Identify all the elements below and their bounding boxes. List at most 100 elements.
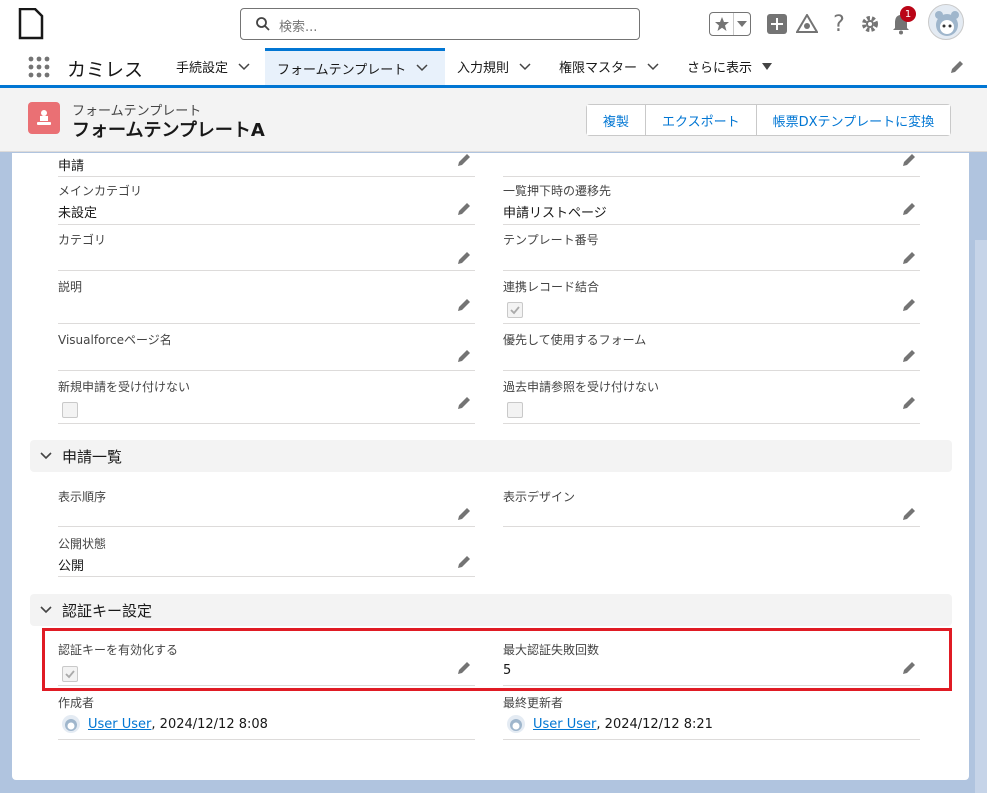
field-label: 公開状態 [58, 537, 107, 551]
edit-pencil-icon[interactable] [457, 555, 471, 569]
tab-permission-master[interactable]: 権限マスター [559, 48, 669, 85]
edit-pencil-icon[interactable] [902, 202, 916, 216]
field-created-by: 作成者 User User , 2024/12/12 8:08 [58, 694, 475, 740]
tab-form-template[interactable]: フォームテンプレート [265, 48, 445, 85]
edit-nav-pencil-icon[interactable] [950, 60, 964, 74]
edit-pencil-icon[interactable] [457, 298, 471, 312]
edit-pencil-icon[interactable] [902, 251, 916, 265]
global-search-input[interactable]: 検索... [240, 8, 640, 40]
notification-count-badge: 1 [900, 6, 916, 22]
tab-label: 入力規則 [457, 61, 510, 76]
created-by-user-link[interactable]: User User [88, 717, 151, 732]
field-value: 公開 [58, 559, 85, 574]
field-preferred-form: 優先して使用するフォーム [503, 331, 920, 371]
search-icon [256, 17, 270, 31]
field-list-destination: 一覧押下時の遷移先 申請リストページ [503, 182, 920, 225]
form-template-object-icon [28, 102, 60, 134]
checked-checkbox [507, 302, 523, 318]
help-icon[interactable]: ? [827, 12, 851, 37]
edit-pencil-icon[interactable] [902, 298, 916, 312]
section-auth-key-header[interactable]: 認証キー設定 [30, 594, 952, 626]
edit-pencil-icon[interactable] [902, 349, 916, 363]
global-actions-icon[interactable] [765, 12, 789, 36]
tab-procedure-settings[interactable]: 手続設定 [176, 48, 264, 85]
field-label: 優先して使用するフォーム [503, 333, 647, 347]
field-right-top [503, 153, 920, 177]
section-title: 認証キー設定 [62, 601, 153, 620]
checkmark-icon [510, 306, 520, 315]
tab-label: 手続設定 [176, 61, 229, 76]
app-launcher-icon[interactable] [28, 56, 50, 78]
edit-pencil-icon[interactable] [902, 153, 916, 167]
field-record-type: 申請 [58, 153, 475, 177]
trailhead-icon[interactable] [795, 12, 819, 36]
edit-pencil-icon[interactable] [902, 507, 916, 521]
page-scrollbar[interactable] [975, 240, 987, 793]
favorites-dropdown-icon[interactable] [734, 13, 750, 35]
field-label: 新規申請を受け付けない [58, 380, 191, 394]
field-value: 申請 [58, 159, 85, 174]
field-label: 表示デザイン [503, 490, 576, 504]
chevron-down-icon[interactable] [40, 452, 52, 460]
tab-label: さらに表示 [687, 61, 753, 76]
modified-by-user: User User , 2024/12/12 8:21 [507, 715, 713, 733]
edit-pencil-icon[interactable] [902, 396, 916, 410]
edit-pencil-icon[interactable] [457, 251, 471, 265]
edit-pencil-icon[interactable] [457, 396, 471, 410]
tab-input-rules[interactable]: 入力規則 [457, 48, 547, 85]
highlight-box [42, 628, 952, 691]
field-publish-status: 公開状態 公開 [58, 535, 475, 577]
section-application-list-header[interactable]: 申請一覧 [30, 440, 952, 472]
convert-to-dx-template-button[interactable]: 帳票DXテンプレートに変換 [756, 105, 951, 135]
chevron-down-icon[interactable] [416, 64, 428, 72]
field-linked-record-join: 連携レコード結合 [503, 278, 920, 324]
record-page-header: フォームテンプレート フォームテンプレートA 複製 エクスポート 帳票DXテンプ… [0, 88, 987, 152]
field-label: 表示順序 [58, 490, 107, 504]
section-title: 申請一覧 [62, 447, 123, 466]
edit-pencil-icon[interactable] [457, 153, 471, 167]
created-by-user: User User , 2024/12/12 8:08 [62, 715, 268, 733]
user-avatar[interactable] [928, 4, 964, 40]
field-label: 最終更新者 [503, 696, 564, 710]
search-placeholder: 検索... [279, 20, 318, 35]
field-label: Visualforceページ名 [58, 333, 172, 347]
record-title: フォームテンプレートA [72, 120, 265, 141]
tab-label: 権限マスター [559, 61, 638, 76]
field-template-number: テンプレート番号 [503, 231, 920, 271]
chevron-down-icon[interactable] [519, 62, 531, 71]
edit-pencil-icon[interactable] [457, 507, 471, 521]
modified-date: , 2024/12/12 8:21 [596, 716, 713, 732]
field-display-order: 表示順序 [58, 488, 475, 527]
clone-button[interactable]: 複製 [587, 105, 647, 135]
field-description: 説明 [58, 278, 475, 324]
chevron-down-icon[interactable] [647, 62, 659, 71]
app-navigation-bar: カミレス 手続設定 フォームテンプレート 入力規則 権限マスター さらに表示 [0, 48, 987, 88]
field-category: カテゴリ [58, 231, 475, 271]
chevron-down-icon[interactable] [238, 62, 250, 71]
favorites-star-icon[interactable] [710, 13, 734, 35]
field-label: 過去申請参照を受け付けない [503, 380, 660, 394]
user-avatar-icon [507, 715, 525, 733]
unchecked-checkbox [507, 402, 523, 418]
chevron-down-icon[interactable] [40, 606, 52, 614]
field-value: 申請リストページ [503, 206, 607, 221]
field-label: メインカテゴリ [58, 184, 143, 198]
setup-gear-icon[interactable] [858, 12, 882, 36]
field-value: 未設定 [58, 206, 98, 221]
field-label: 説明 [58, 280, 83, 294]
export-button[interactable]: エクスポート [646, 105, 757, 135]
field-display-design: 表示デザイン [503, 488, 920, 527]
edit-pencil-icon[interactable] [457, 349, 471, 363]
field-label: 作成者 [58, 696, 95, 710]
document-logo-icon[interactable] [18, 8, 44, 40]
field-reject-past-reference: 過去申請参照を受け付けない [503, 378, 920, 424]
tab-more[interactable]: さらに表示 [687, 48, 787, 85]
field-main-category: メインカテゴリ 未設定 [58, 182, 475, 225]
field-label: テンプレート番号 [503, 233, 599, 247]
modified-by-user-link[interactable]: User User [533, 717, 596, 732]
edit-pencil-icon[interactable] [457, 202, 471, 216]
field-last-modified-by: 最終更新者 User User , 2024/12/12 8:21 [503, 694, 920, 740]
tab-label: フォームテンプレート [277, 62, 407, 78]
created-date: , 2024/12/12 8:08 [151, 716, 268, 732]
field-label: 一覧押下時の遷移先 [503, 184, 612, 198]
